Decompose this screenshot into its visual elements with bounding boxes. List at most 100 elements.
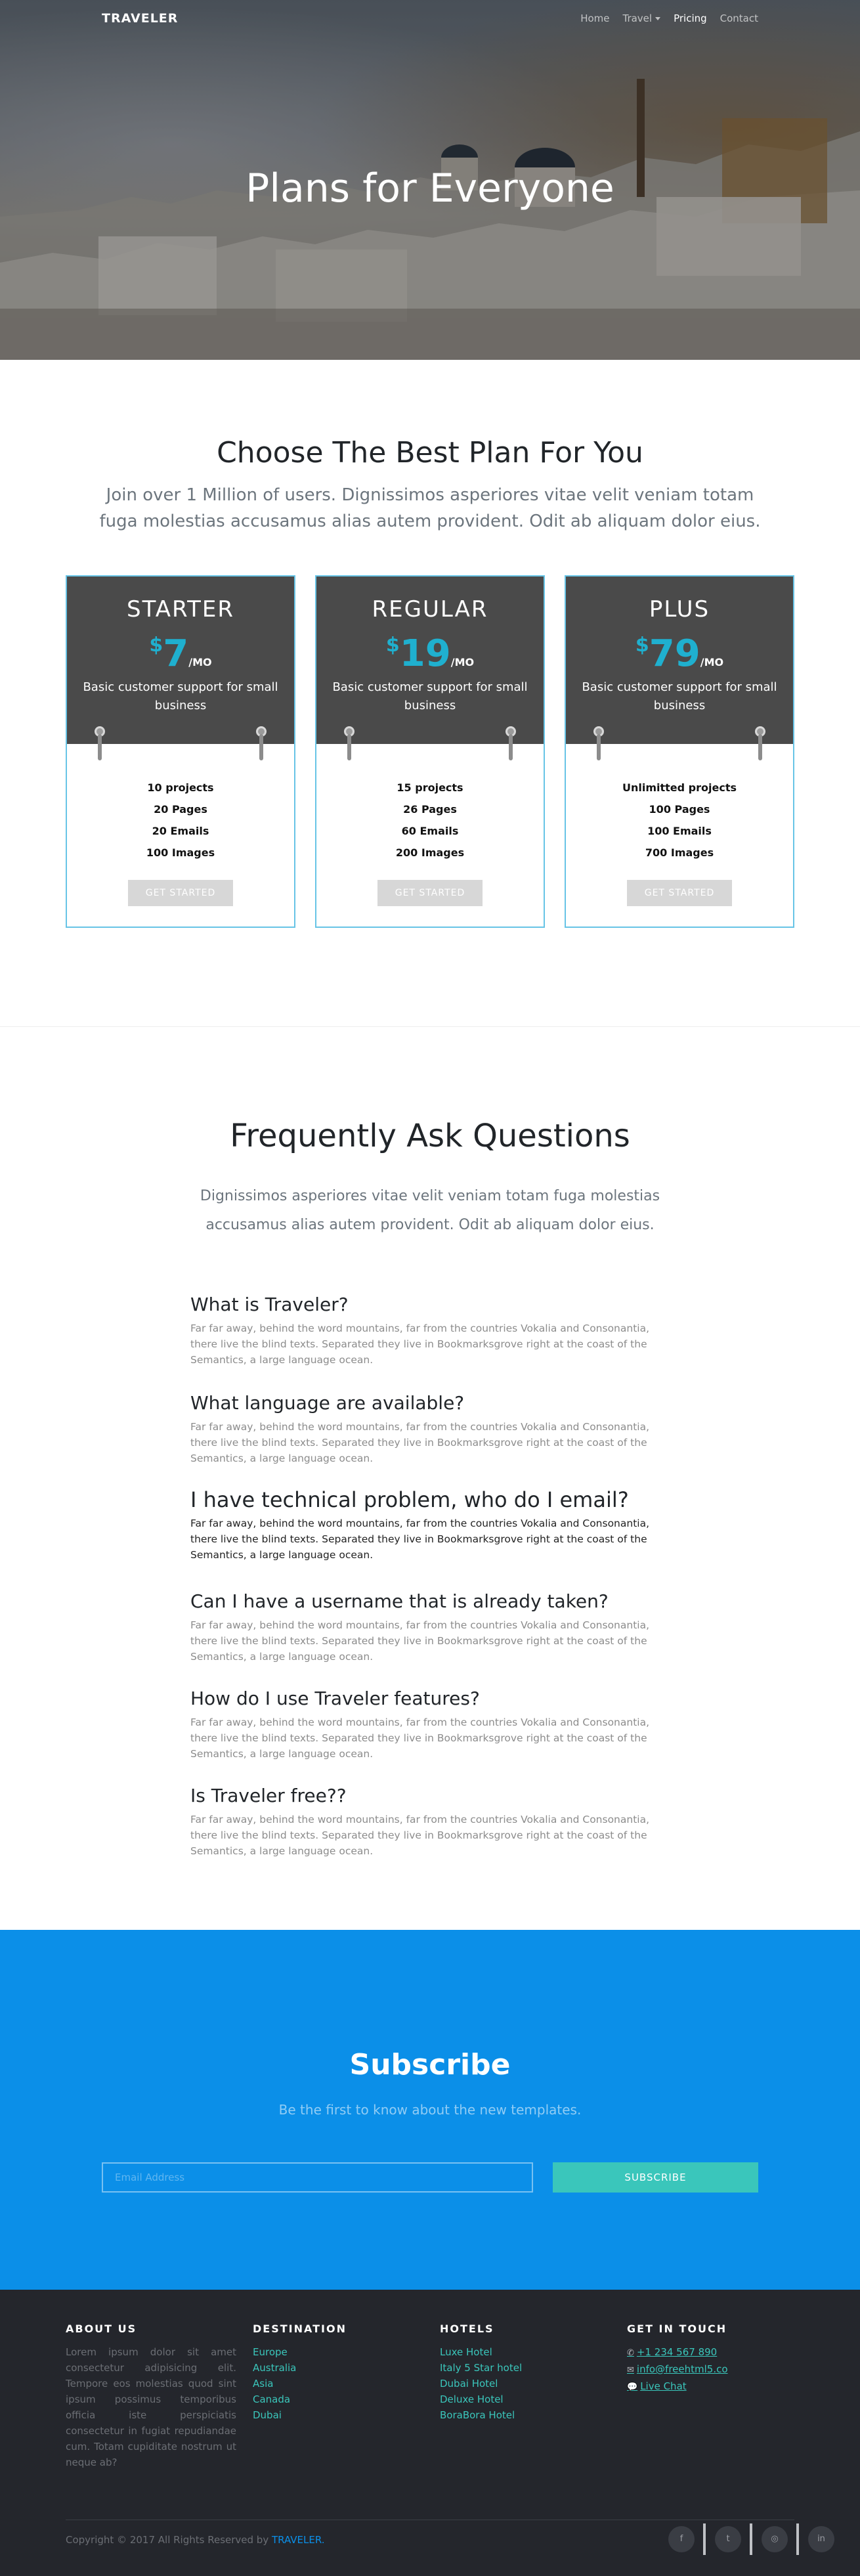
phone-icon: ✆ bbox=[627, 2348, 634, 2358]
plan-card-starter: STARTER $7/MO Basic customer support for… bbox=[66, 575, 295, 928]
faq-answer: Far far away, behind the word mountains,… bbox=[190, 1716, 650, 1760]
nav-contact-link[interactable]: Contact bbox=[720, 12, 758, 24]
faq-subtitle: Dignissimos asperiores vitae velit venia… bbox=[200, 1188, 660, 1233]
footer-link[interactable]: Australia bbox=[253, 2360, 423, 2376]
footer-link[interactable]: Canada bbox=[253, 2391, 423, 2407]
footer-link[interactable]: BoraBora Hotel bbox=[440, 2407, 611, 2423]
copyright-text: Copyright © 2017 All Rights Reserved by bbox=[66, 2534, 272, 2546]
footer-phone-link[interactable]: ✆ +1 234 567 890 bbox=[627, 2344, 798, 2361]
nav-links: Home Travel Pricing Contact bbox=[580, 12, 758, 24]
linkedin-icon[interactable]: in bbox=[808, 2526, 834, 2552]
plan-description: Basic customer support for small busines… bbox=[582, 680, 777, 712]
plan-features: 15 projects 26 Pages 60 Emails 200 Image… bbox=[316, 777, 544, 863]
footer-email-link[interactable]: ✉ info@freehtml5.co bbox=[627, 2361, 798, 2378]
plan-features: Unlimitted projects 100 Pages 100 Emails… bbox=[566, 777, 793, 863]
ring-binder-icon bbox=[95, 726, 105, 762]
chat-icon: 💬 bbox=[627, 2382, 638, 2392]
footer-heading: ABOUT US bbox=[66, 2323, 137, 2335]
plan-amount: 7 bbox=[163, 632, 189, 675]
plan-feature: Unlimitted projects bbox=[622, 781, 737, 794]
plan-feature: 20 Pages bbox=[154, 803, 207, 816]
plan-price: $7/MO bbox=[67, 632, 294, 675]
plan-currency: $ bbox=[149, 634, 163, 657]
plan-card-header: PLUS $79/MO Basic customer support for s… bbox=[566, 577, 793, 744]
plan-description: Basic customer support for small busines… bbox=[83, 680, 278, 712]
footer-contact: GET IN TOUCH ✆ +1 234 567 890 ✉ info@freeh… bbox=[627, 2323, 798, 2395]
nav-travel-dropdown[interactable]: Travel bbox=[622, 12, 661, 24]
subscribe-button[interactable]: SUBSCRIBE bbox=[553, 2162, 758, 2193]
chevron-down-icon bbox=[655, 17, 661, 20]
footer-about-text: Lorem ipsum dolor sit amet consectetur a… bbox=[66, 2346, 236, 2468]
social-separator bbox=[703, 2523, 706, 2555]
social-separator bbox=[750, 2523, 752, 2555]
plan-name: STARTER bbox=[127, 596, 234, 622]
faq-answer: Far far away, behind the word mountains,… bbox=[190, 1619, 650, 1663]
pricing-subtitle: Join over 1 Million of users. Dignissimo… bbox=[99, 485, 761, 531]
faq-answer: Far far away, behind the word mountains,… bbox=[190, 1814, 650, 1857]
footer-destination: DESTINATION Europe Australia Asia Canada… bbox=[253, 2323, 423, 2423]
plan-period: /MO bbox=[700, 656, 724, 668]
footer-link[interactable]: Italy 5 Star hotel bbox=[440, 2360, 611, 2376]
email-input[interactable] bbox=[102, 2162, 533, 2193]
get-started-button[interactable]: GET STARTED bbox=[627, 880, 732, 906]
brand-logo[interactable]: TRAVELER bbox=[102, 11, 178, 26]
footer-link[interactable]: Dubai Hotel bbox=[440, 2376, 611, 2391]
footer-link[interactable]: Deluxe Hotel bbox=[440, 2391, 611, 2407]
faq-item: I have technical problem, who do I email… bbox=[190, 1487, 670, 1563]
faq-answer: Far far away, behind the word mountains,… bbox=[190, 1517, 650, 1561]
faq-answer: Far far away, behind the word mountains,… bbox=[190, 1421, 650, 1464]
footer-link[interactable]: Asia bbox=[253, 2376, 423, 2391]
footer-link[interactable]: Dubai bbox=[253, 2407, 423, 2423]
faq-question: I have technical problem, who do I email… bbox=[190, 1487, 629, 1512]
footer-heading: HOTELS bbox=[440, 2323, 494, 2335]
plan-feature: 20 Emails bbox=[152, 825, 209, 837]
get-started-button[interactable]: GET STARTED bbox=[377, 880, 483, 906]
ring-binder-icon bbox=[344, 726, 355, 762]
plan-price: $19/MO bbox=[316, 632, 544, 675]
faq-section: Frequently Ask Questions Dignissimos asp… bbox=[0, 1027, 860, 1930]
copyright-brand-link[interactable]: TRAVELER. bbox=[272, 2534, 325, 2546]
footer-copyright: Copyright © 2017 All Rights Reserved by … bbox=[66, 2534, 324, 2546]
faq-question: How do I use Traveler features? bbox=[190, 1688, 480, 1709]
plan-currency: $ bbox=[635, 634, 649, 657]
site-footer: ABOUT US Lorem ipsum dolor sit amet cons… bbox=[0, 2290, 860, 2576]
footer-about: ABOUT US Lorem ipsum dolor sit amet cons… bbox=[66, 2323, 236, 2470]
subscribe-subtitle: Be the first to know about the new templ… bbox=[278, 2102, 582, 2118]
nav-home-link[interactable]: Home bbox=[580, 12, 609, 24]
subscribe-section: Subscribe Be the first to know about the… bbox=[0, 1930, 860, 2290]
plan-feature: 26 Pages bbox=[403, 803, 457, 816]
plan-feature: 700 Images bbox=[645, 846, 714, 859]
footer-heading: GET IN TOUCH bbox=[627, 2323, 727, 2335]
subscribe-title: Subscribe bbox=[349, 2048, 511, 2082]
get-started-button[interactable]: GET STARTED bbox=[128, 880, 233, 906]
footer-chat-link[interactable]: 💬 Live Chat bbox=[627, 2378, 798, 2395]
plan-name: REGULAR bbox=[372, 596, 488, 622]
footer-link[interactable]: Luxe Hotel bbox=[440, 2344, 611, 2360]
plan-card-header: STARTER $7/MO Basic customer support for… bbox=[67, 577, 294, 744]
faq-question: What is Traveler? bbox=[190, 1294, 349, 1315]
faq-item: Can I have a username that is already ta… bbox=[190, 1588, 670, 1665]
plan-card-regular: REGULAR $19/MO Basic customer support fo… bbox=[315, 575, 545, 928]
facebook-icon[interactable]: f bbox=[668, 2526, 695, 2552]
plan-currency: $ bbox=[385, 634, 400, 657]
plan-features: 10 projects 20 Pages 20 Emails 100 Image… bbox=[67, 777, 294, 863]
ring-binder-icon bbox=[505, 726, 516, 762]
ring-binder-icon bbox=[593, 726, 604, 762]
footer-link[interactable]: Europe bbox=[253, 2344, 423, 2360]
footer-heading: DESTINATION bbox=[253, 2323, 347, 2335]
social-links: f t ◎ in bbox=[668, 2523, 834, 2555]
hero-title: Plans for Everyone bbox=[246, 165, 614, 211]
dribbble-icon[interactable]: ◎ bbox=[762, 2526, 788, 2552]
faq-item: What is Traveler? Far far away, behind t… bbox=[190, 1292, 670, 1368]
faq-answer: Far far away, behind the word mountains,… bbox=[190, 1322, 650, 1366]
twitter-icon[interactable]: t bbox=[715, 2526, 741, 2552]
faq-question: What language are available? bbox=[190, 1392, 465, 1414]
plan-card-plus: PLUS $79/MO Basic customer support for s… bbox=[565, 575, 794, 928]
plan-price: $79/MO bbox=[566, 632, 793, 675]
plan-amount: 79 bbox=[649, 632, 700, 675]
faq-item: What language are available? Far far awa… bbox=[190, 1390, 670, 1466]
pricing-title: Choose The Best Plan For You bbox=[217, 436, 643, 469]
nav-pricing-link[interactable]: Pricing bbox=[674, 12, 707, 24]
plan-feature: 100 Pages bbox=[649, 803, 710, 816]
faq-title: Frequently Ask Questions bbox=[230, 1118, 630, 1154]
